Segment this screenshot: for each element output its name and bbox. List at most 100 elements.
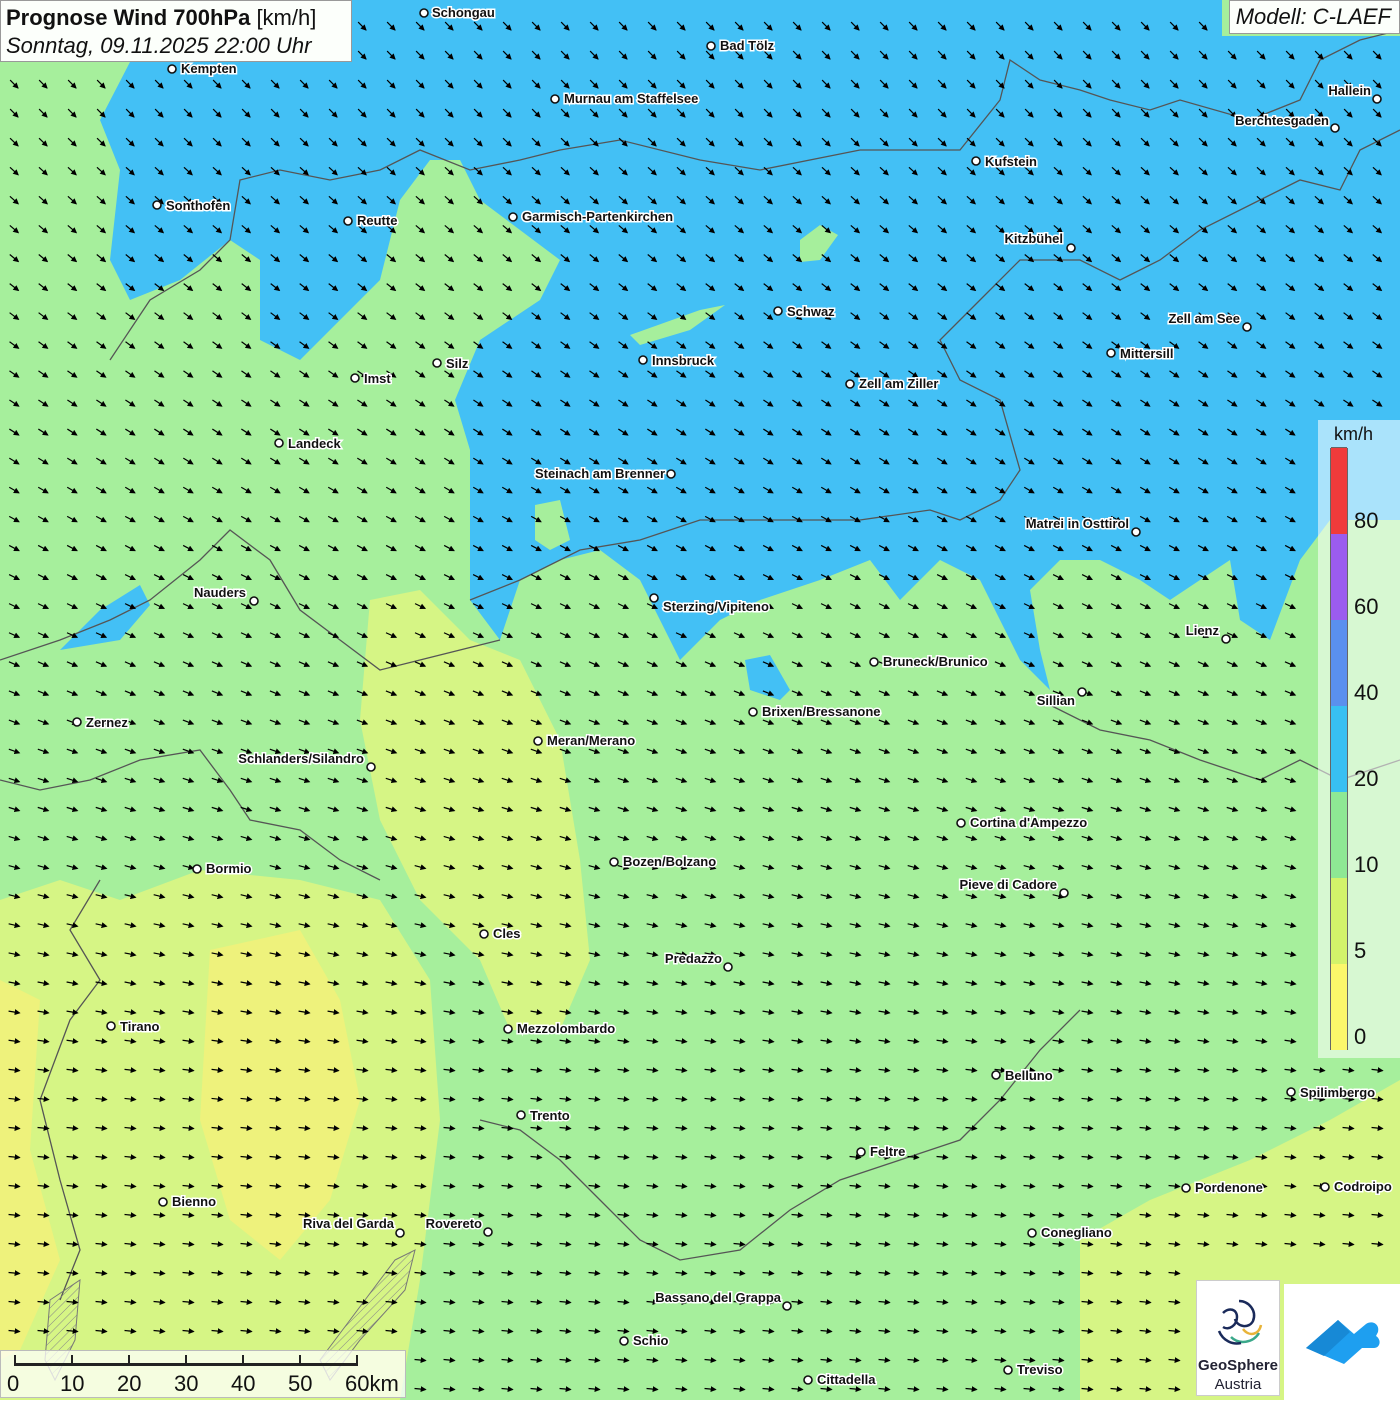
city-dot — [971, 156, 981, 166]
city-dot — [343, 216, 353, 226]
city-label: Meran/Merano — [547, 733, 635, 748]
city-murnau-am-staffelsee[interactable]: Murnau am Staffelsee — [550, 90, 700, 108]
city-dot — [483, 1227, 493, 1237]
city-label: Conegliano — [1041, 1225, 1112, 1240]
city-dot — [249, 596, 259, 606]
city-label: Schongau — [432, 5, 495, 20]
city-dot — [366, 762, 376, 772]
city-dot — [1181, 1183, 1191, 1193]
city-dot — [508, 212, 518, 222]
city-dot — [72, 717, 82, 727]
logo-sub: Austria — [1214, 1376, 1262, 1393]
city-dot — [666, 469, 676, 479]
logo-brand: GeoSphere — [1197, 1357, 1279, 1374]
scale-tick — [356, 1355, 358, 1366]
scale-label: 50 — [288, 1371, 313, 1396]
map-title: Prognose Wind 700hPa — [6, 5, 251, 30]
city-meran-merano[interactable]: Meran/Merano — [533, 732, 637, 750]
city-spilimbergo[interactable]: Spilimbergo — [1286, 1084, 1377, 1102]
forecast-datetime: Sonntag, 09.11.2025 22:00 Uhr — [6, 33, 312, 58]
scale-label: 30 — [174, 1371, 199, 1396]
city-dot — [649, 593, 659, 603]
city-schongau[interactable]: Schongau — [419, 4, 496, 22]
scale-label: 20 — [117, 1371, 142, 1396]
scale-label: 60km — [345, 1371, 399, 1396]
city-dot — [1330, 123, 1340, 133]
city-dot — [1242, 322, 1252, 332]
city-label: Predazzo — [665, 951, 722, 966]
city-brixen-bressanone[interactable]: Brixen/Bressanone — [748, 703, 882, 721]
city-dot — [1286, 1087, 1296, 1097]
scale-tick — [128, 1355, 130, 1366]
legend-tick-label: 80 — [1354, 508, 1379, 533]
city-label: Bad Tölz — [720, 38, 775, 53]
city-dot — [533, 736, 543, 746]
city-dot — [609, 857, 619, 867]
legend-tick-label: 5 — [1354, 938, 1367, 963]
city-dot — [1059, 888, 1069, 898]
city-dot — [479, 929, 489, 939]
city-label: Kempten — [181, 61, 237, 76]
city-label: Cortina d'Ampezzo — [970, 815, 1087, 830]
city-garmisch-partenkirchen[interactable]: Garmisch-Partenkirchen — [508, 208, 675, 226]
city-dot — [350, 373, 360, 383]
city-dot — [1027, 1228, 1037, 1238]
city-bruneck-brunico[interactable]: Bruneck/Brunico — [869, 653, 989, 671]
city-steinach-am-brenner[interactable]: Steinach am Brenner — [533, 465, 676, 483]
scale-tick — [242, 1355, 244, 1366]
city-label: Matrei in Osttirol — [1026, 516, 1129, 531]
city-dot — [773, 306, 783, 316]
city-label: Treviso — [1017, 1362, 1063, 1377]
city-label: Cles — [493, 926, 520, 941]
scale-tick — [299, 1355, 301, 1366]
city-dot — [550, 94, 560, 104]
scale-label: 40 — [231, 1371, 256, 1396]
model-label: Modell: C-LAEF — [1228, 0, 1400, 34]
city-dot — [152, 200, 162, 210]
city-dot — [706, 41, 716, 51]
city-dot — [845, 379, 855, 389]
city-cortina-d-ampezzo[interactable]: Cortina d'Ampezzo — [956, 814, 1089, 832]
city-label: Landeck — [288, 436, 342, 451]
city-label: Schlanders/Silandro — [238, 751, 364, 766]
city-label: Lienz — [1186, 623, 1220, 638]
city-dot — [1066, 243, 1076, 253]
city-dot — [619, 1336, 629, 1346]
city-zell-am-ziller[interactable]: Zell am Ziller — [845, 375, 940, 393]
city-label: Kufstein — [985, 154, 1037, 169]
city-dot — [723, 962, 733, 972]
legend-tick-label: 40 — [1354, 680, 1379, 705]
city-label: Spilimbergo — [1300, 1085, 1375, 1100]
scale-tick — [14, 1355, 16, 1366]
map-unit: [km/h] — [256, 5, 317, 30]
city-dot — [1077, 687, 1087, 697]
geosphere-logo[interactable]: GeoSphere Austria — [1196, 1280, 1280, 1396]
city-dot — [516, 1110, 526, 1120]
city-dot — [638, 355, 648, 365]
city-dot — [748, 707, 758, 717]
wind-map[interactable]: Schongau Bad Tölz Kempten Murnau am Staffel… — [0, 0, 1400, 1400]
legend-tick-label: 10 — [1354, 852, 1379, 877]
city-bozen-bolzano[interactable]: Bozen/Bolzano — [609, 853, 718, 871]
city-conegliano[interactable]: Conegliano — [1027, 1224, 1113, 1242]
city-label: Pieve di Cadore — [959, 877, 1057, 892]
city-label: Cittadella — [817, 1372, 876, 1387]
city-label: Codroipo — [1334, 1179, 1392, 1194]
city-dot — [1131, 527, 1141, 537]
city-label: Trento — [530, 1108, 570, 1123]
city-dot — [167, 64, 177, 74]
city-label: Mittersill — [1120, 346, 1173, 361]
city-pordenone[interactable]: Pordenone — [1181, 1179, 1264, 1197]
city-label: Reutte — [357, 213, 397, 228]
scale-bar: 0 10 20 30 40 50 60km — [0, 1350, 406, 1398]
legend-bar — [1330, 447, 1348, 1050]
city-label: Steinach am Brenner — [535, 466, 665, 481]
city-label: Riva del Garda — [303, 1216, 395, 1231]
cloud-arrow-icon — [1306, 1320, 1380, 1364]
city-mezzolombardo[interactable]: Mezzolombardo — [503, 1020, 617, 1038]
city-dot — [1221, 634, 1231, 644]
app-logo[interactable] — [1284, 1284, 1400, 1400]
city-dot — [869, 657, 879, 667]
city-label: Hallein — [1328, 83, 1371, 98]
legend-segment — [1331, 619, 1347, 706]
